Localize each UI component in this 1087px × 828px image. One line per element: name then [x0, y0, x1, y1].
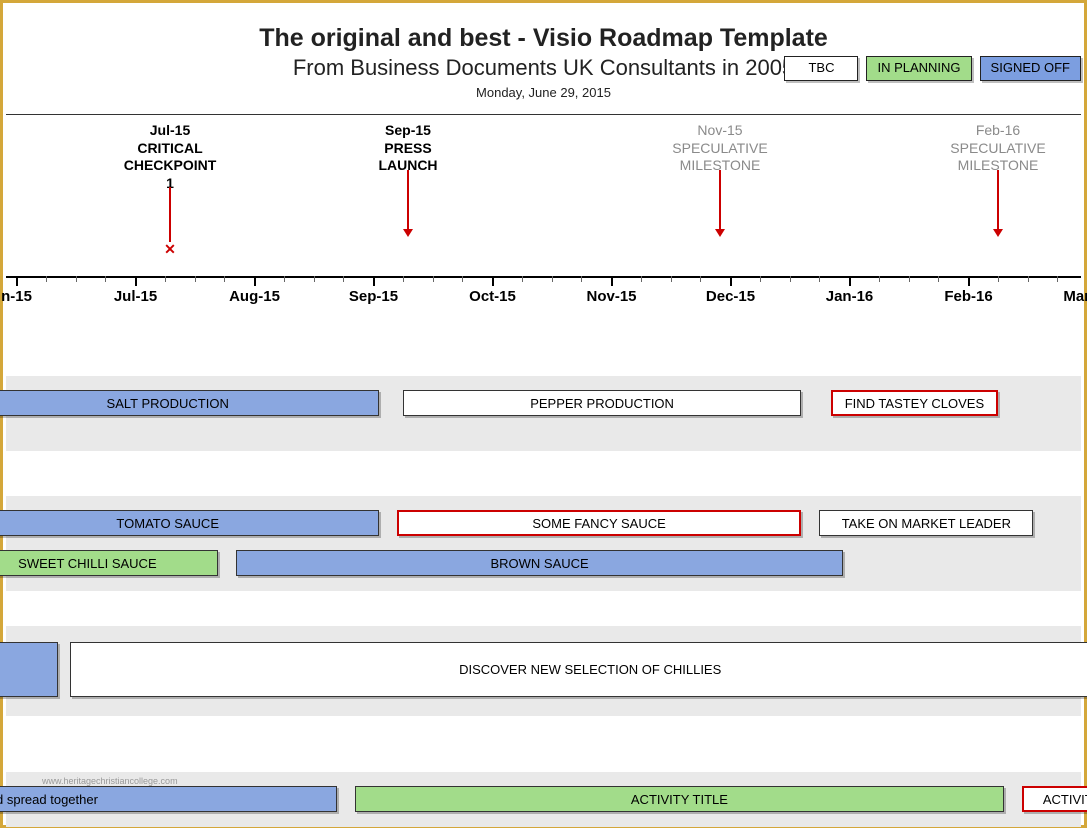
milestone-arrow-icon	[403, 229, 413, 237]
timeline-axis: n-15 Jul-15 Aug-15 Sep-15 Oct-15 Nov-15 Dec-15…	[6, 276, 1081, 316]
activity-bar[interactable]: TAKE ON MARKET LEADER	[819, 510, 1033, 536]
legend-in-planning: IN PLANNING	[866, 56, 971, 81]
axis-tick: Jan-16	[849, 276, 850, 286]
legend-tbc: TBC	[784, 56, 858, 81]
activity-bar-label: SWEET CHILLI SAUCE	[18, 556, 156, 571]
activity-bar[interactable]: PEPPER PRODUCTION	[403, 390, 802, 416]
axis-tick-label: Jul-15	[114, 288, 157, 305]
axis-tick-label: Jan-16	[826, 288, 874, 305]
milestone-arrow-icon	[993, 229, 1003, 237]
axis-tick-label: n-15	[1, 288, 32, 305]
activity-bar[interactable]: a good spread together	[0, 786, 337, 812]
activity-bar[interactable]: ACTIVITY TITLE	[355, 786, 1004, 812]
activity-bar-label: SOME FANCY SAUCE	[532, 516, 665, 531]
axis-tick-label: Mar-16	[1063, 288, 1087, 305]
axis-tick-label: Oct-15	[469, 288, 516, 305]
activity-bar-label: BROWN SAUCE	[490, 556, 588, 571]
axis-tick: Aug-15	[254, 276, 255, 286]
activity-bar[interactable]: FIND TASTEY CLOVES	[831, 390, 998, 416]
axis-tick: Nov-15	[611, 276, 612, 286]
axis-tick: Sep-15	[373, 276, 374, 286]
legend-signed-off: SIGNED OFF	[980, 56, 1081, 81]
axis-tick-label: Feb-16	[944, 288, 992, 305]
activity-bar-label: ACTIVITY TITLE	[631, 792, 728, 807]
activity-bar-label: FIND TASTEY CLOVES	[845, 396, 984, 411]
milestone: Feb-16SPECULATIVEMILESTONE	[928, 122, 1068, 175]
activity-bar[interactable]: ACTIVITY	[1022, 786, 1087, 812]
axis-tick-label: Aug-15	[229, 288, 280, 305]
axis-tick: Oct-15	[492, 276, 493, 286]
activity-bar[interactable]: TOMATO SAUCE	[0, 510, 379, 536]
milestone: Nov-15SPECULATIVEMILESTONE	[650, 122, 790, 175]
activity-bar-label: a good spread together	[0, 792, 98, 807]
milestone: Jul-15CRITICALCHECKPOINT1✕	[100, 122, 240, 192]
activity-bar[interactable]: BROWN SAUCE	[236, 550, 843, 576]
milestone: Sep-15PRESSLAUNCH	[338, 122, 478, 175]
activity-bar[interactable]: SOME FANCY SAUCE	[397, 510, 802, 536]
axis-tick: Feb-16	[968, 276, 969, 286]
activity-bar[interactable]: SALT PRODUCTION	[0, 390, 379, 416]
milestone-arrow-icon	[715, 229, 725, 237]
header-divider	[6, 114, 1081, 115]
swimlane: SALT PRODUCTION PEPPER PRODUCTION FIND TAS…	[6, 376, 1081, 451]
legend: TBC IN PLANNING SIGNED OFF	[784, 56, 1081, 81]
activity-bar-label: TAKE ON MARKET LEADER	[842, 516, 1011, 531]
milestones-area: Jul-15CRITICALCHECKPOINT1✕Sep-15PRESSLAU…	[6, 116, 1081, 276]
milestone-label: Sep-15PRESSLAUNCH	[338, 122, 478, 175]
milestone-label: Jul-15CRITICALCHECKPOINT1	[100, 122, 240, 192]
page-date: Monday, June 29, 2015	[6, 85, 1081, 100]
activity-bar[interactable]	[0, 642, 58, 697]
swimlane: DISCOVER NEW SELECTION OF CHILLIES	[6, 626, 1081, 716]
activity-bar[interactable]: SWEET CHILLI SAUCE	[0, 550, 218, 576]
activity-bar-label: TOMATO SAUCE	[116, 516, 219, 531]
axis-tick-label: Nov-15	[586, 288, 636, 305]
axis-tick: n-15	[16, 276, 17, 286]
activity-bar-label: PEPPER PRODUCTION	[530, 396, 674, 411]
activity-bar-label: ACTIVITY	[1043, 792, 1087, 807]
activity-bar[interactable]: DISCOVER NEW SELECTION OF CHILLIES	[70, 642, 1087, 697]
page-title: The original and best - Visio Roadmap Te…	[6, 24, 1081, 53]
milestone-x-icon: ✕	[164, 241, 176, 258]
swimlane: TOMATO SAUCE SOME FANCY SAUCE TAKE ON MARK…	[6, 496, 1081, 591]
axis-tick-label: Dec-15	[706, 288, 755, 305]
milestone-label: Feb-16SPECULATIVEMILESTONE	[928, 122, 1068, 175]
watermark: www.heritagechristiancollege.com	[42, 776, 178, 786]
activity-bar-label: DISCOVER NEW SELECTION OF CHILLIES	[459, 662, 721, 677]
activity-bar-label: SALT PRODUCTION	[107, 396, 229, 411]
axis-tick: Dec-15	[730, 276, 731, 286]
milestone-label: Nov-15SPECULATIVEMILESTONE	[650, 122, 790, 175]
axis-tick-label: Sep-15	[349, 288, 398, 305]
axis-tick: Jul-15	[135, 276, 136, 286]
